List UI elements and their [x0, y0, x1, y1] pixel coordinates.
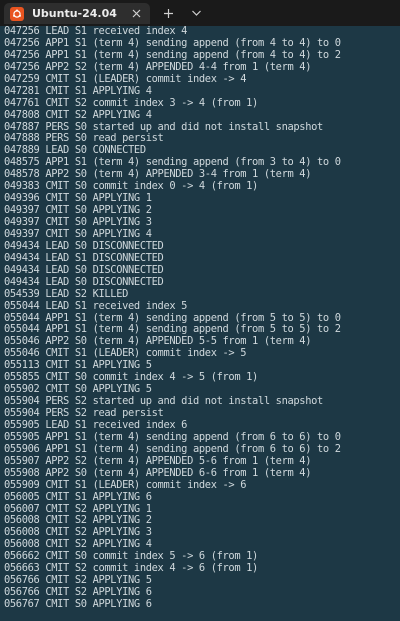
terminal-line: 049434 LEAD S1 DISCONNECTED	[4, 251, 164, 264]
tab-title: Ubuntu-24.04	[32, 7, 117, 20]
terminal-line: 047256 APP2 S2 (term 4) APPENDED 4-4 fro…	[4, 60, 312, 73]
terminal-output[interactable]: 047256 LEAD S1 received index 4 047256 AP…	[0, 26, 400, 621]
terminal-line: 047808 CMIT S2 APPLYING 4	[4, 108, 152, 121]
terminal-line: 055044 LEAD S1 received index 5	[4, 299, 188, 312]
plus-icon[interactable]	[159, 5, 177, 21]
terminal-line: 054539 LEAD S2 KILLED	[4, 287, 129, 300]
terminal-line: 055908 APP2 S0 (term 4) APPENDED 6-6 fro…	[4, 466, 312, 479]
terminal-line: 056005 CMIT S1 APPLYING 6	[4, 490, 152, 503]
terminal-line: 047281 CMIT S1 APPLYING 4	[4, 84, 152, 97]
terminal-line: 056767 CMIT S0 APPLYING 6	[4, 598, 152, 610]
tab-bar: Ubuntu-24.04	[0, 0, 400, 26]
terminal-line: 047259 CMIT S1 (LEADER) commit index -> …	[4, 72, 247, 85]
close-icon[interactable]	[128, 6, 144, 22]
terminal-line: 049434 LEAD S0 DISCONNECTED	[4, 263, 164, 276]
terminal-line: 055907 APP2 S2 (term 4) APPENDED 5-6 fro…	[4, 454, 312, 467]
terminal-line: 049434 LEAD S0 DISCONNECTED	[4, 275, 164, 288]
tab-ubuntu[interactable]: Ubuntu-24.04	[4, 3, 150, 24]
terminal-line: 055909 CMIT S1 (LEADER) commit index -> …	[4, 478, 247, 491]
terminal-line: 047761 CMIT S2 commit index 3 -> 4 (from…	[4, 96, 258, 109]
chevron-down-icon[interactable]	[187, 5, 205, 21]
ubuntu-icon	[10, 6, 24, 21]
terminal-window: Ubuntu-24.04 047256 LEAD S1 received ind…	[0, 0, 400, 621]
terminal-line: 055906 APP1 S1 (term 4) sending append (…	[4, 442, 341, 455]
